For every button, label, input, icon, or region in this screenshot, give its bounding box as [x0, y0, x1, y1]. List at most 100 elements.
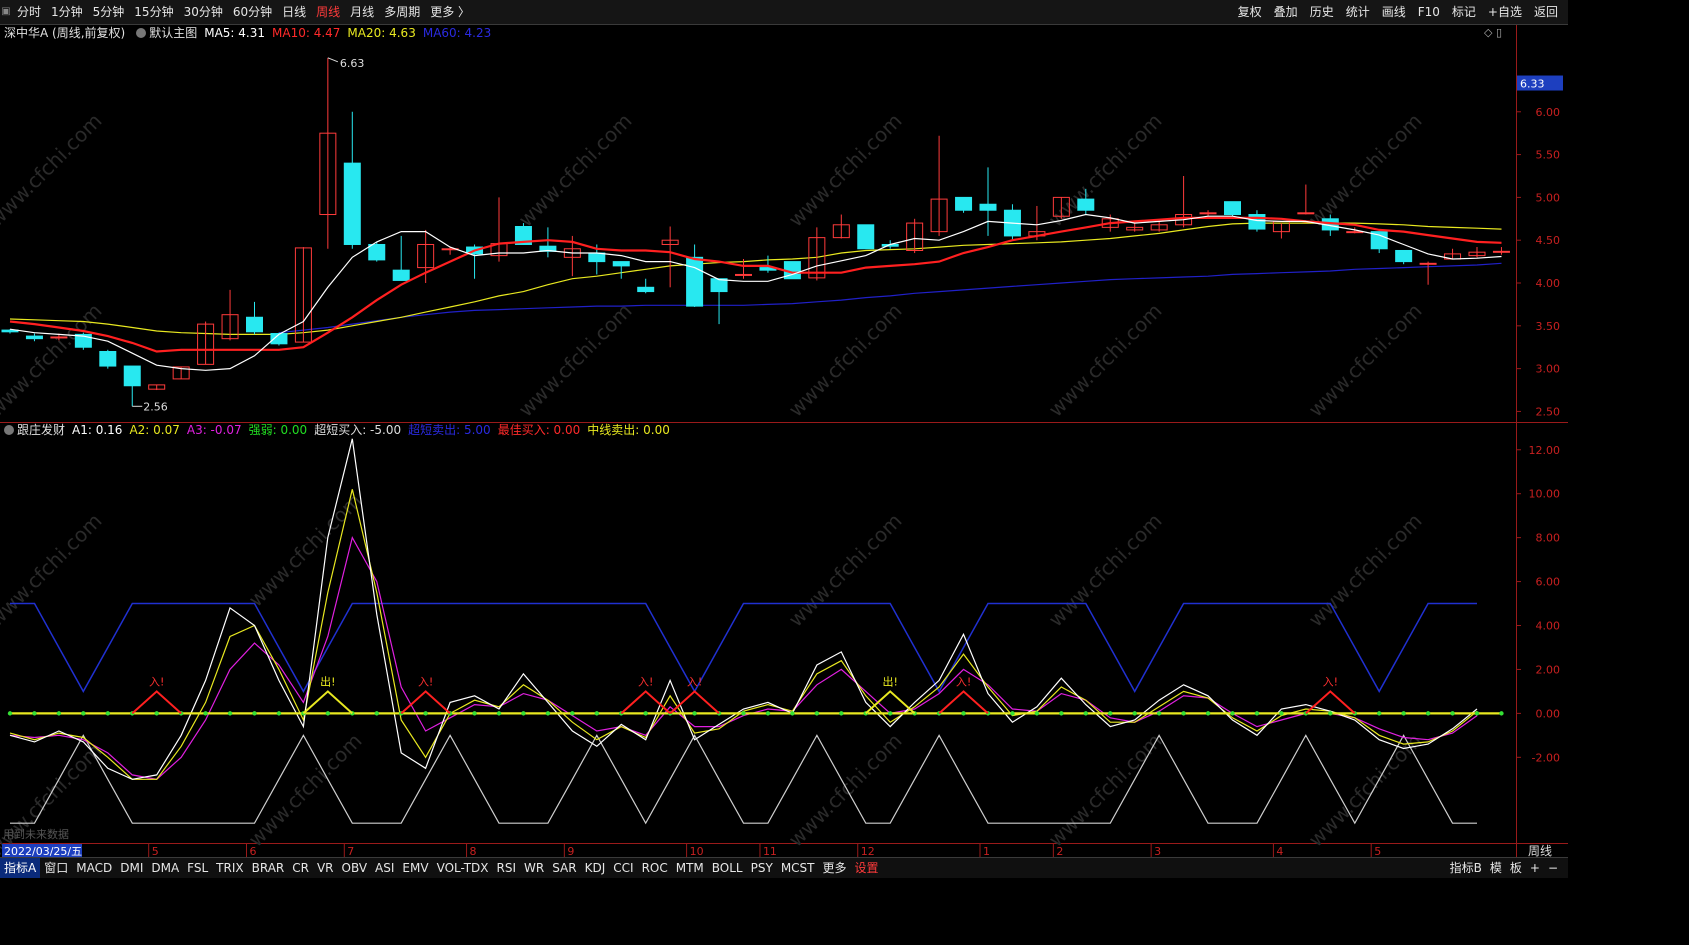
period-tab-4[interactable]: 30分钟 [179, 0, 228, 24]
min-price-label: 2.56 [143, 400, 168, 413]
indicator-tab-17[interactable]: KDJ [581, 858, 610, 878]
candle-body-44 [1077, 198, 1095, 211]
toolbar-button-5[interactable]: F10 [1412, 0, 1446, 24]
indicator-tab-11[interactable]: ASI [371, 858, 398, 878]
indicator-right-tab-0[interactable]: 指标B [1446, 858, 1486, 878]
period-tab-8[interactable]: 月线 [345, 0, 379, 24]
candle-body-51 [1248, 214, 1266, 230]
toolbar-button-6[interactable]: 标记 [1446, 0, 1482, 24]
indicator-tab-7[interactable]: BRAR [248, 858, 289, 878]
indicator-tab-23[interactable]: MCST [777, 858, 819, 878]
date-tick-label-11: 4 [1276, 845, 1283, 857]
toolbar-button-7[interactable]: +自选 [1482, 0, 1528, 24]
indicator-tab-14[interactable]: RSI [493, 858, 521, 878]
date-tick-label-1: 6 [250, 845, 257, 857]
period-tab-9[interactable]: 多周期 [379, 0, 425, 24]
zero-dot-1 [32, 711, 37, 716]
a1-line [9, 438, 1478, 780]
candle-body-30 [735, 273, 752, 276]
candle-body-16 [392, 269, 410, 281]
indicator-tab-8[interactable]: CR [288, 858, 313, 878]
date-tick-label-12: 5 [1374, 845, 1381, 857]
indicator-tab-0[interactable]: 指标A [0, 858, 41, 878]
period-tab-5[interactable]: 60分钟 [228, 0, 277, 24]
price-tick-label-1: 3.00 [1536, 363, 1561, 376]
zero-dot-31 [765, 711, 771, 716]
indicator-tab-24[interactable]: 更多 [819, 858, 851, 878]
indicator-tab-18[interactable]: CCI [609, 858, 637, 878]
zero-dot-34 [839, 711, 844, 716]
period-tabs: 分时 1分钟 5分钟 15分钟 30分钟 60分钟 日线 周线 月线 多周期 更多 〉 [12, 0, 475, 24]
zero-dot-11 [276, 711, 282, 716]
sub-tick-label-0: -2.00 [1532, 751, 1560, 764]
indicator-tab-9[interactable]: VR [313, 858, 338, 878]
indicator-tab-6[interactable]: TRIX [212, 858, 247, 878]
indicator-tab-4[interactable]: DMA [147, 858, 183, 878]
sub-tick-label-2: 2.00 [1536, 663, 1561, 676]
zero-dot-33 [814, 711, 820, 716]
watermark-9: www.cfchi.com [1304, 299, 1427, 422]
buy-signal-mark-4 [938, 690, 989, 715]
date-tick-label-10: 3 [1154, 845, 1161, 857]
candle-body-28 [686, 256, 704, 307]
toolbar-right-buttons: 复权 叠加 历史 统计 画线 F10 标记 +自选 返回 [1232, 0, 1564, 24]
indicator-tab-10[interactable]: OBV [338, 858, 372, 878]
indicator-tab-19[interactable]: ROC [638, 858, 672, 878]
period-tab-1[interactable]: 1分钟 [46, 0, 88, 24]
period-tab-3[interactable]: 15分钟 [129, 0, 178, 24]
ma5-line [9, 213, 1502, 371]
indicator-tab-25[interactable]: 设置 [851, 858, 883, 878]
toolbar-button-3[interactable]: 统计 [1340, 0, 1376, 24]
indicator-tab-5[interactable]: FSL [183, 858, 212, 878]
indicator-right-tab-3[interactable]: + [1526, 858, 1544, 878]
period-tab-0[interactable]: 分时 [12, 0, 46, 24]
max-pointer [327, 57, 339, 63]
indicator-tab-21[interactable]: BOLL [708, 858, 747, 878]
zero-dot-61 [1499, 711, 1504, 716]
zero-dot-24 [594, 711, 599, 716]
indicator-tab-2[interactable]: MACD [72, 858, 116, 878]
indicator-right-tab-1[interactable]: 模 [1486, 858, 1506, 878]
candle-body-55 [1346, 231, 1364, 234]
period-tab-6[interactable]: 日线 [277, 0, 311, 24]
candle-body-58 [1419, 262, 1437, 265]
zero-dot-50 [1230, 711, 1235, 716]
indicator-tab-20[interactable]: MTM [672, 858, 708, 878]
indicator-tab-15[interactable]: WR [520, 858, 548, 878]
zero-dot-41 [1010, 711, 1015, 716]
candle-body-4 [99, 351, 117, 367]
indicator-tab-1[interactable]: 窗口 [40, 858, 72, 878]
candlestick-chart[interactable]: www.cfchi.com www.cfchi.com www.cfchi.com w… [0, 25, 1568, 857]
indicator-right-tab-4[interactable]: − [1544, 858, 1562, 878]
candle-body-29 [710, 278, 728, 293]
watermark-6: www.cfchi.com [514, 299, 637, 422]
toolbar-button-1[interactable]: 叠加 [1268, 0, 1304, 24]
indicator-tab-3[interactable]: DMI [116, 858, 147, 878]
date-tick-label-3: 8 [470, 845, 477, 857]
zero-dot-46 [1132, 711, 1137, 716]
period-tab-10[interactable]: 更多 〉 [425, 0, 475, 24]
indicator-tab-13[interactable]: VOL-TDX [433, 858, 493, 878]
zero-dot-15 [374, 711, 379, 716]
toolbar-button-4[interactable]: 画线 [1376, 0, 1412, 24]
indicator-tab-22[interactable]: PSY [747, 858, 777, 878]
zero-dot-32 [790, 711, 795, 716]
toolbar-button-2[interactable]: 历史 [1304, 0, 1340, 24]
indicator-tab-12[interactable]: EMV [398, 858, 432, 878]
indicator-tab-16[interactable]: SAR [548, 858, 580, 878]
period-tab-2[interactable]: 5分钟 [88, 0, 130, 24]
zero-dot-58 [1425, 711, 1431, 716]
zero-dot-42 [1034, 711, 1040, 716]
watermark-10: www.cfchi.com [0, 509, 107, 632]
collapse-icon[interactable]: ▣ [0, 6, 12, 18]
period-tab-7[interactable]: 周线 [311, 0, 345, 24]
zero-dot-52 [1279, 711, 1284, 716]
toolbar-button-0[interactable]: 复权 [1232, 0, 1268, 24]
date-tick-label-0: 5 [152, 845, 159, 857]
price-tick-label-0: 2.50 [1536, 405, 1561, 418]
date-tick-label-6: 11 [763, 845, 777, 857]
ultra-buy-line [10, 734, 1477, 825]
indicator-right-tab-2[interactable]: 板 [1506, 858, 1526, 878]
toolbar-button-8[interactable]: 返回 [1528, 0, 1564, 24]
zero-dot-60 [1474, 711, 1480, 716]
